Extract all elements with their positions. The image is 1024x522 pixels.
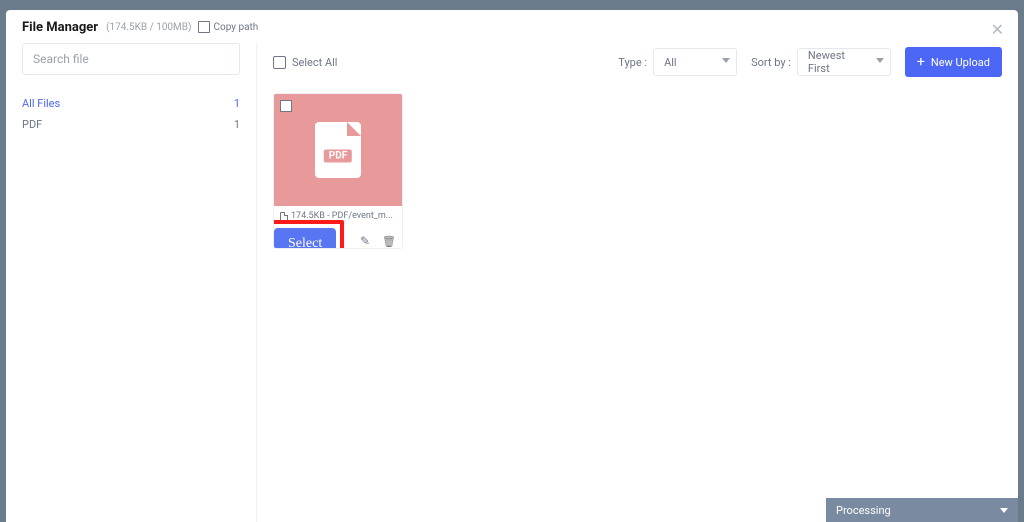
- new-upload-label: New Upload: [931, 56, 990, 69]
- copy-path-button[interactable]: Copy path: [200, 22, 259, 33]
- file-manager-modal: File Manager (174.5KB / 100MB) Copy path…: [6, 10, 1018, 522]
- type-value: All: [664, 56, 677, 69]
- close-icon[interactable]: ✕: [991, 20, 1004, 39]
- select-all-label: Select All: [292, 56, 337, 69]
- file-actions: Select: [274, 226, 402, 248]
- sort-value: Newest First: [808, 49, 868, 75]
- chevron-down-icon: [722, 58, 730, 63]
- copy-path-label: Copy path: [214, 22, 259, 33]
- filter-label: PDF: [22, 118, 42, 131]
- toolbar: Select All Type : All Sort by : Newest F…: [273, 47, 1002, 77]
- select-button-highlight: Select: [273, 220, 344, 249]
- pdf-file-icon: PDF: [315, 122, 361, 178]
- select-all-checkbox[interactable]: Select All: [273, 56, 337, 69]
- sort-select[interactable]: Newest First: [797, 48, 891, 76]
- modal-header: File Manager (174.5KB / 100MB) Copy path…: [6, 10, 1018, 43]
- file-checkbox[interactable]: [280, 100, 292, 112]
- file-grid: PDF 174.5KB - PDF/event_m... Select: [273, 93, 1002, 249]
- select-button[interactable]: Select: [274, 228, 336, 249]
- pdf-badge: PDF: [324, 149, 352, 162]
- processing-bar[interactable]: Processing: [826, 498, 1018, 522]
- new-upload-button[interactable]: + New Upload: [905, 47, 1002, 77]
- file-thumbnail: PDF: [274, 94, 402, 206]
- filter-list: All Files 1 PDF 1: [22, 93, 240, 135]
- sort-label: Sort by :: [751, 56, 791, 69]
- type-select[interactable]: All: [653, 48, 737, 76]
- filter-pdf[interactable]: PDF 1: [22, 114, 240, 135]
- search-input[interactable]: [22, 43, 240, 75]
- checkbox-icon: [273, 56, 286, 69]
- modal-body: All Files 1 PDF 1 Select All Type : All: [6, 43, 1018, 522]
- chevron-down-icon: [876, 58, 884, 63]
- filter-label: All Files: [22, 97, 60, 110]
- delete-icon[interactable]: [382, 230, 394, 242]
- type-label: Type :: [618, 56, 647, 69]
- processing-label: Processing: [836, 504, 891, 517]
- sidebar: All Files 1 PDF 1: [22, 43, 256, 522]
- file-card[interactable]: PDF 174.5KB - PDF/event_m... Select: [273, 93, 403, 249]
- edit-icon[interactable]: [360, 230, 372, 242]
- filter-count: 1: [234, 118, 240, 131]
- modal-title: File Manager: [22, 20, 98, 35]
- storage-usage: (174.5KB / 100MB): [106, 22, 191, 33]
- plus-icon: +: [917, 55, 925, 69]
- filter-count: 1: [234, 97, 240, 110]
- filter-all-files[interactable]: All Files 1: [22, 93, 240, 114]
- copy-icon: [200, 23, 210, 33]
- chevron-down-icon: [1000, 508, 1008, 513]
- main-panel: Select All Type : All Sort by : Newest F…: [256, 43, 1002, 522]
